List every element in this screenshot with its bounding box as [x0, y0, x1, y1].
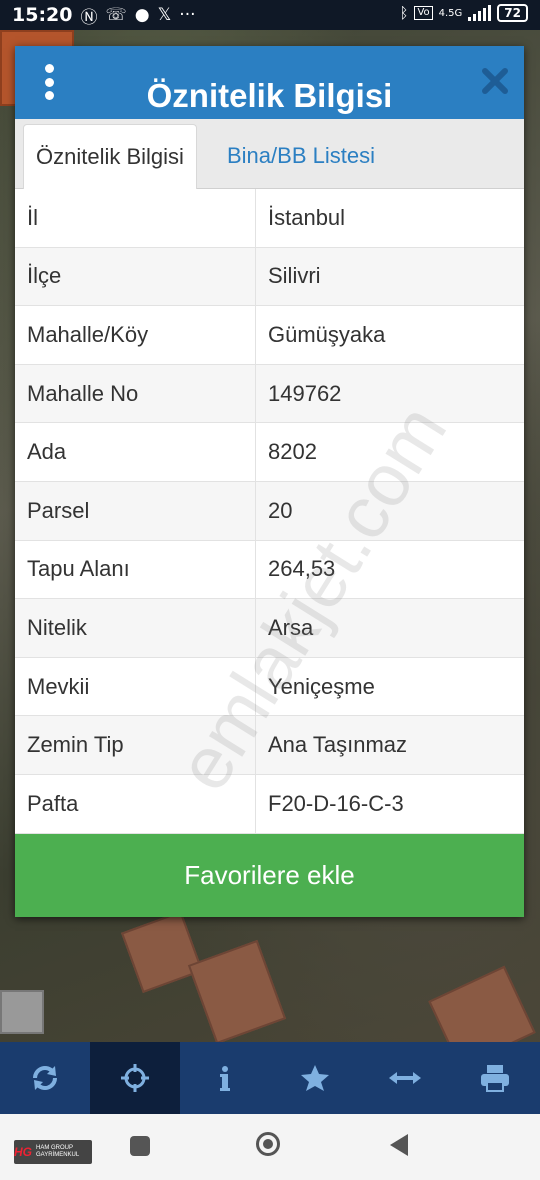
android-nav-bar: HG HAM GROUP GAYRİMENKUL: [0, 1114, 540, 1180]
row-value: Ana Taşınmaz: [255, 715, 524, 775]
row-key: Pafta: [15, 774, 256, 834]
print-icon[interactable]: [450, 1042, 540, 1114]
row-value: Silivri: [255, 247, 524, 307]
refresh-icon[interactable]: [0, 1042, 90, 1114]
close-icon[interactable]: [480, 66, 510, 96]
tab-attribute-info[interactable]: Öznitelik Bilgisi: [23, 124, 197, 189]
recent-apps-button[interactable]: [130, 1136, 150, 1156]
map-building: [120, 910, 204, 994]
row-key: Mahalle No: [15, 364, 256, 424]
row-key: Mevkii: [15, 657, 256, 717]
info-icon[interactable]: [180, 1042, 270, 1114]
network-type: 4.5G: [438, 7, 463, 19]
row-value: 149762: [255, 364, 524, 424]
row-key: Tapu Alanı: [15, 540, 256, 600]
dialog-tabs: Öznitelik Bilgisi Bina/BB Listesi: [15, 119, 524, 189]
row-value: İstanbul: [255, 189, 524, 248]
tab-building-list[interactable]: Bina/BB Listesi: [215, 124, 387, 188]
map-building: [187, 939, 287, 1045]
table-row: Mahalle/Köy Gümüşyaka: [15, 305, 524, 365]
row-key: Mahalle/Köy: [15, 305, 256, 365]
table-row: Mevkii Yeniçeşme: [15, 657, 524, 717]
row-value: Yeniçeşme: [255, 657, 524, 717]
status-bar: 15:20 Ⓝ ☏ ● 𝕏 ··· ᛒ Vo 4.5G 72: [0, 0, 540, 30]
row-key: Ada: [15, 422, 256, 482]
logo-text: HAM GROUP GAYRİMENKUL: [36, 1145, 80, 1158]
table-row: İlçe Silivri: [15, 247, 524, 307]
dialog-header: Öznitelik Bilgisi: [15, 46, 524, 119]
locate-icon[interactable]: [90, 1042, 180, 1114]
map-toolbar: [0, 1042, 540, 1114]
table-row: İl İstanbul: [15, 189, 524, 248]
status-right: ᛒ Vo 4.5G 72: [399, 4, 528, 22]
status-time: 15:20: [12, 4, 73, 26]
table-row: Parsel 20: [15, 481, 524, 541]
attribute-table: İl İstanbul İlçe Silivri Mahalle/Köy Gümüşy…: [15, 189, 524, 834]
home-button[interactable]: [256, 1132, 280, 1156]
row-value: 8202: [255, 422, 524, 482]
row-value: 20: [255, 481, 524, 541]
nfc-icon: Ⓝ: [80, 7, 98, 28]
x-app-icon: 𝕏: [157, 5, 172, 25]
row-key: İlçe: [15, 247, 256, 307]
row-key: Zemin Tip: [15, 715, 256, 775]
row-value: 264,53: [255, 540, 524, 600]
table-row: Nitelik Arsa: [15, 598, 524, 658]
table-row: Pafta F20-D-16-C-3: [15, 774, 524, 834]
star-icon[interactable]: [270, 1042, 360, 1114]
table-row: Ada 8202: [15, 422, 524, 482]
company-logo: HG HAM GROUP GAYRİMENKUL: [14, 1140, 92, 1164]
row-key: Parsel: [15, 481, 256, 541]
row-value: F20-D-16-C-3: [255, 774, 524, 834]
table-row: Zemin Tip Ana Taşınmaz: [15, 715, 524, 775]
row-key: Nitelik: [15, 598, 256, 658]
battery-icon: 72: [497, 4, 528, 22]
row-key: İl: [15, 189, 256, 248]
row-value: Gümüşyaka: [255, 305, 524, 365]
dialog-title: Öznitelik Bilgisi: [146, 77, 393, 114]
add-favorite-button[interactable]: Favorilere ekle: [15, 834, 524, 917]
signal-icon: [468, 5, 492, 21]
missed-call-icon: ☏: [105, 5, 127, 25]
attribute-dialog: Öznitelik Bilgisi Öznitelik Bilgisi Bina…: [15, 46, 524, 917]
logo-mark: HG: [14, 1145, 32, 1159]
bluetooth-icon: ᛒ: [399, 4, 409, 22]
table-row: Mahalle No 149762: [15, 364, 524, 424]
row-value: Arsa: [255, 598, 524, 658]
measure-icon[interactable]: [360, 1042, 450, 1114]
table-row: Tapu Alanı 264,53: [15, 540, 524, 600]
map-building: [0, 990, 44, 1034]
more-dots-icon: ···: [179, 5, 196, 25]
back-button[interactable]: [390, 1134, 408, 1156]
volte-icon: Vo: [414, 6, 433, 20]
chat-icon: ●: [134, 5, 150, 25]
